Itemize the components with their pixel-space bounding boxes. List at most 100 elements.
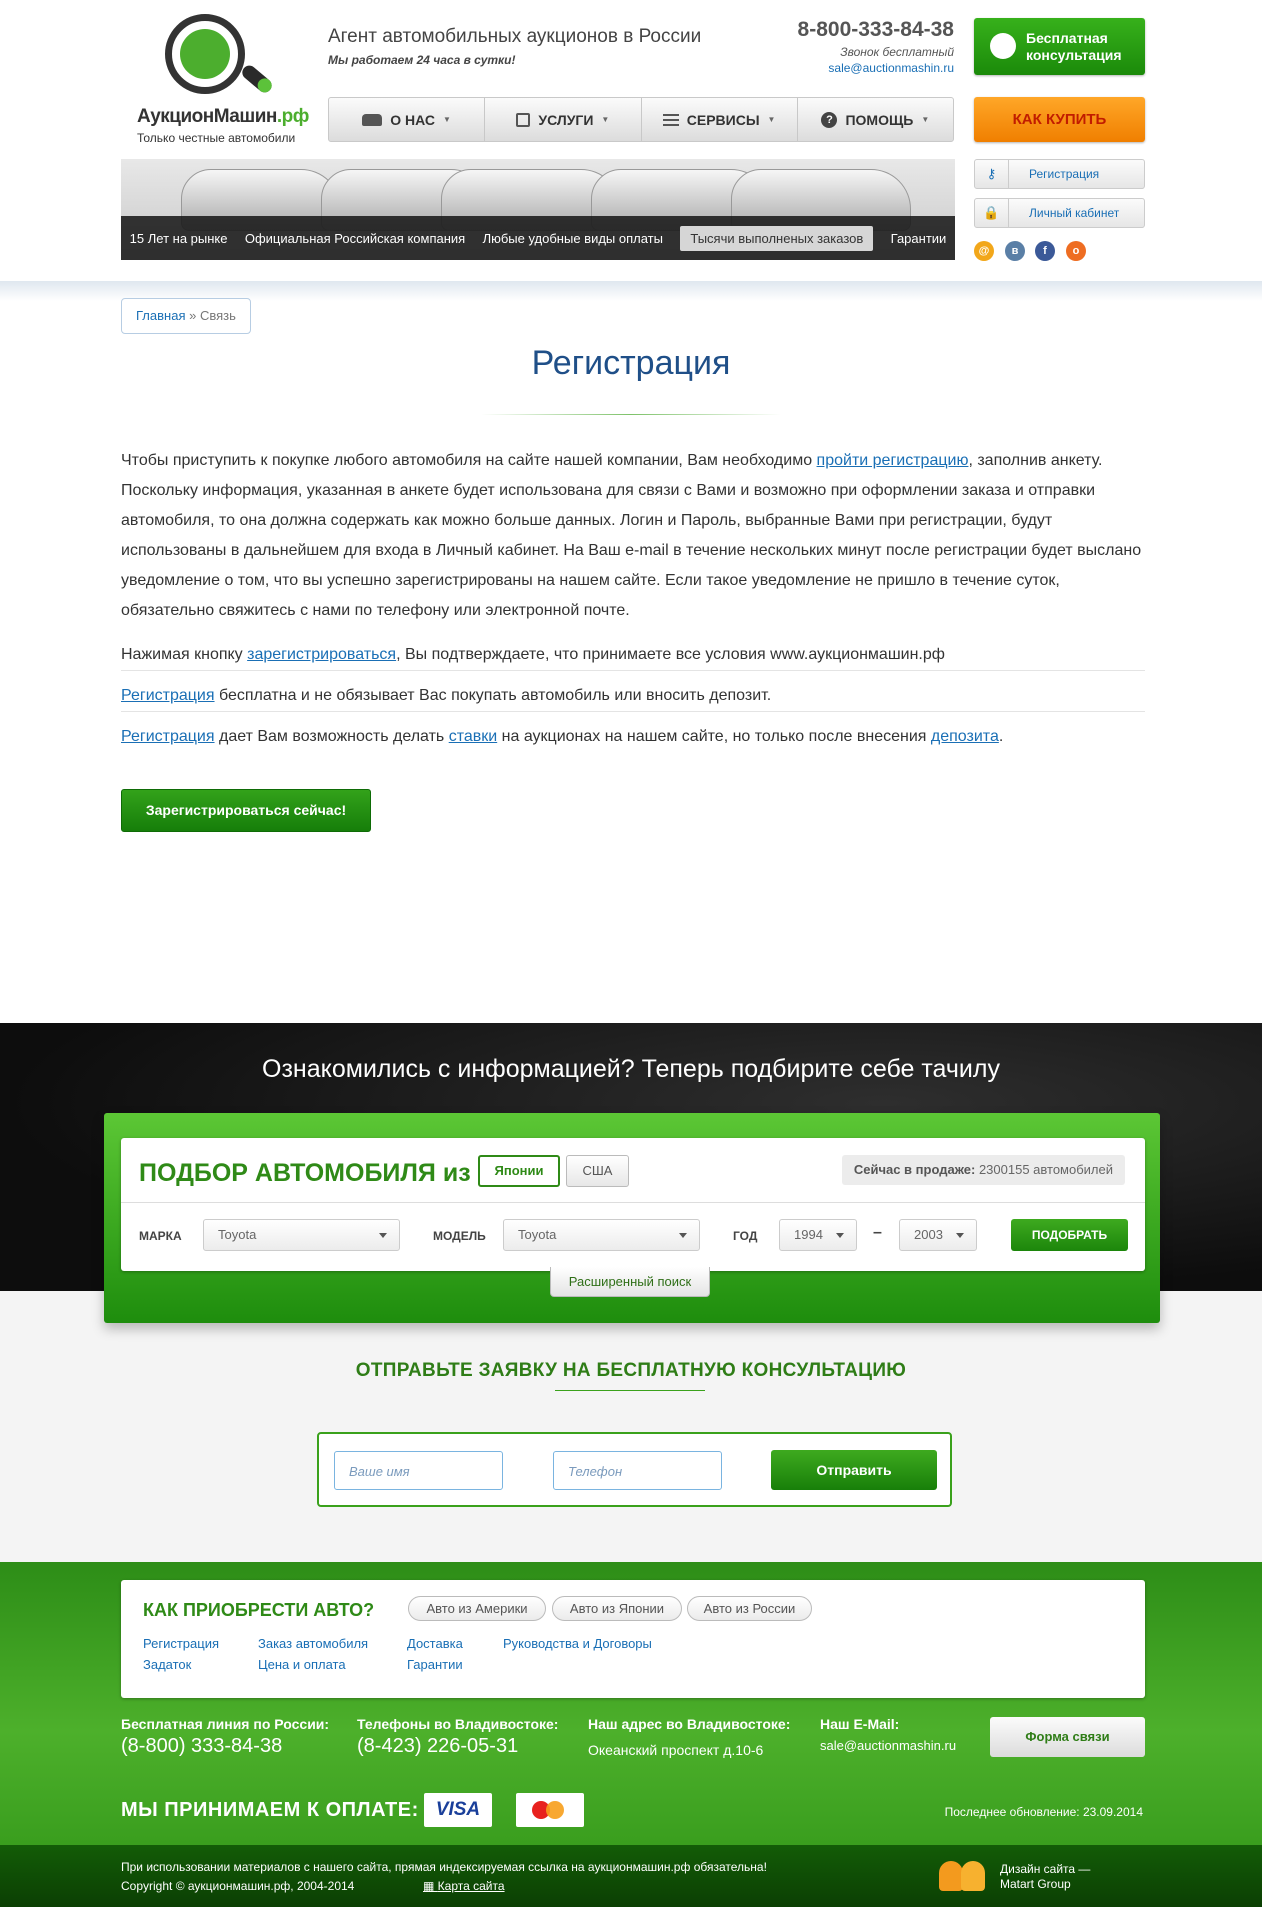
chevron-down-icon: ▼ — [443, 115, 451, 124]
footer-link[interactable]: Заказ автомобиля — [258, 1636, 368, 1651]
chevron-down-icon: ▼ — [767, 115, 776, 124]
text: Чтобы приступить к покупке любого автомо… — [121, 452, 817, 469]
intro-paragraph: Чтобы приступить к покупке любого автомо… — [121, 446, 1145, 626]
car-picker: ПОДБОР АВТОМОБИЛЯ из Японии США Сейчас в… — [104, 1113, 1160, 1323]
footer-link[interactable]: Гарантии — [407, 1657, 463, 1672]
banner-feature-active[interactable]: Тысячи выполненых заказов — [680, 225, 874, 251]
year-label: ГОД — [733, 1229, 758, 1243]
register-now-button[interactable]: Зарегистрироваться сейчас! — [121, 789, 371, 832]
lock-icon: 🔒 — [975, 199, 1009, 227]
nav-about[interactable]: О НАС ▼ — [329, 98, 486, 141]
vk-icon[interactable]: в — [1005, 241, 1025, 261]
model-select[interactable]: Toyota — [503, 1219, 700, 1251]
banner-feature[interactable]: 15 Лет на рынке — [130, 231, 228, 246]
header-tagline: Агент автомобильных аукционов в России — [328, 26, 702, 47]
model-label: МОДЕЛЬ — [433, 1229, 486, 1243]
banner-feature[interactable]: Любые удобные виды оплаты — [483, 231, 663, 246]
matart-logo-icon[interactable] — [939, 1861, 987, 1891]
text: Нажимая кнопку — [121, 646, 248, 663]
logo-magnifier[interactable] — [165, 14, 245, 94]
footer-link[interactable]: Доставка — [407, 1636, 463, 1651]
nav-label: СЕРВИСЫ — [686, 111, 760, 128]
tab-usa-cars[interactable]: Авто из Америки — [408, 1596, 546, 1621]
brand-suffix: .рф — [276, 106, 310, 127]
tab-usa[interactable]: США — [566, 1155, 629, 1187]
footer-link[interactable]: Регистрация — [143, 1636, 219, 1651]
text: на аукционах на нашем сайте, но только п… — [497, 728, 931, 745]
free-consultation-button[interactable]: Бесплатная консультация — [974, 18, 1145, 75]
bids-paragraph: Регистрация дает Вам возможность делать … — [121, 722, 1145, 752]
question-icon: ? — [821, 111, 838, 128]
contact-form-button[interactable]: Форма связи — [990, 1717, 1145, 1757]
vl-phones-label: Телефоны во Владивостоке: — [357, 1716, 559, 1732]
brand-name[interactable]: АукционМашин.рф — [137, 106, 309, 128]
header-email-link[interactable]: sale@auctionmashin.ru — [828, 61, 954, 75]
text: . — [998, 728, 1004, 745]
register-side-button[interactable]: ⚷ Регистрация — [974, 159, 1145, 189]
text: бесплатна и не обязывает Вас покупать ав… — [214, 687, 772, 704]
sitemap-link[interactable]: ▦ Карта сайта — [423, 1879, 505, 1893]
nav-label: УСЛУГИ — [538, 111, 594, 128]
visa-logo: VISA — [424, 1793, 492, 1827]
header-phone[interactable]: 8-800-333-84-38 — [798, 18, 954, 42]
footer-email[interactable]: sale@auctionmashin.ru — [820, 1738, 956, 1753]
footer-link[interactable]: Задаток — [143, 1657, 191, 1672]
breadcrumb-current: Связь — [199, 308, 236, 323]
odnoklassniki-icon[interactable]: о — [1066, 241, 1086, 261]
how-to-buy-button[interactable]: КАК КУПИТЬ — [974, 97, 1145, 142]
header-hours: Мы работаем 24 часа в сутки! — [328, 53, 516, 67]
picker-card: ПОДБОР АВТОМОБИЛЯ из Японии США Сейчас в… — [121, 1138, 1145, 1271]
logo-part — [961, 1861, 985, 1891]
registration-link[interactable]: Регистрация — [121, 728, 215, 745]
chevron-down-icon: ▼ — [921, 115, 930, 124]
consult-title: ОТПРАВЬТЕ ЗАЯВКУ НА БЕСПЛАТНУЮ КОНСУЛЬТА… — [355, 1360, 907, 1381]
page-content: Чтобы приступить к покупке любого автомо… — [121, 446, 1145, 766]
banner-feature[interactable]: Гарантии — [891, 231, 947, 246]
banner-features: 15 Лет на рынке Официальная Российская к… — [121, 216, 955, 260]
tab-russia-cars[interactable]: Авто из России — [687, 1596, 812, 1621]
nav-tools[interactable]: СЕРВИСЫ ▼ — [642, 98, 798, 141]
free-paragraph: Регистрация бесплатна и не обязывает Вас… — [121, 681, 1145, 712]
brand-slogan: Только честные автомобили — [137, 131, 296, 145]
tab-japan[interactable]: Японии — [478, 1155, 560, 1187]
deposit-link[interactable]: депозита — [931, 728, 999, 745]
banner-feature[interactable]: Официальная Российская компания — [245, 231, 465, 246]
register-link[interactable]: пройти регистрацию — [817, 452, 969, 469]
facebook-icon[interactable]: f — [1035, 241, 1055, 261]
nav-services[interactable]: УСЛУГИ ▼ — [485, 98, 642, 141]
sale-label: Сейчас в продаже: — [853, 1162, 976, 1177]
bids-link[interactable]: ставки — [449, 728, 497, 745]
breadcrumb-home[interactable]: Главная — [136, 308, 185, 323]
phone-input[interactable]: Телефон — [553, 1451, 722, 1490]
chevron-down-icon: ▼ — [601, 115, 610, 124]
extended-search-tab[interactable]: Расширенный поиск — [550, 1267, 710, 1297]
signup-link[interactable]: зарегистрироваться — [247, 646, 396, 663]
year-to-select[interactable]: 2003 — [899, 1219, 977, 1251]
free-line-phone[interactable]: (8-800) 333-84-38 — [121, 1735, 282, 1758]
design-credit[interactable]: Дизайн сайта — Matart Group — [1000, 1862, 1090, 1892]
name-input[interactable]: Ваше имя — [334, 1451, 503, 1490]
mc-circle-orange — [546, 1801, 564, 1819]
footer-link[interactable]: Руководства и Договоры — [503, 1636, 652, 1651]
design-by: Matart Group — [1000, 1877, 1071, 1891]
text: дает Вам возможность делать — [214, 728, 449, 745]
map-icon: ▦ — [423, 1879, 438, 1893]
usage-notice: При использовании материалов с нашего са… — [121, 1860, 767, 1874]
vl-phone[interactable]: (8-423) 226-05-31 — [357, 1735, 518, 1758]
how-to-buy-label: КАК КУПИТЬ — [1012, 111, 1107, 128]
address-label: Наш адрес во Владивостоке: — [588, 1716, 791, 1732]
tab-japan-cars[interactable]: Авто из Японии — [552, 1596, 682, 1621]
year-from-select[interactable]: 1994 — [779, 1219, 857, 1251]
find-button[interactable]: ПОДОБРАТЬ — [1011, 1219, 1128, 1251]
car-icon — [362, 113, 383, 126]
picker-header: ПОДБОР АВТОМОБИЛЯ из Японии США Сейчас в… — [121, 1138, 1145, 1203]
send-button[interactable]: Отправить — [771, 1450, 937, 1490]
nav-help[interactable]: ? ПОМОЩЬ ▼ — [798, 98, 953, 141]
mail-icon[interactable]: @ — [974, 241, 994, 261]
registration-link[interactable]: Регистрация — [121, 687, 215, 704]
footer-link[interactable]: Цена и оплата — [258, 1657, 346, 1672]
cabinet-side-button[interactable]: 🔒 Личный кабинет — [974, 198, 1145, 228]
make-select[interactable]: Toyota — [203, 1219, 400, 1251]
logo-part — [939, 1861, 963, 1891]
cars-banner: 15 Лет на рынке Официальная Российская к… — [121, 159, 955, 260]
